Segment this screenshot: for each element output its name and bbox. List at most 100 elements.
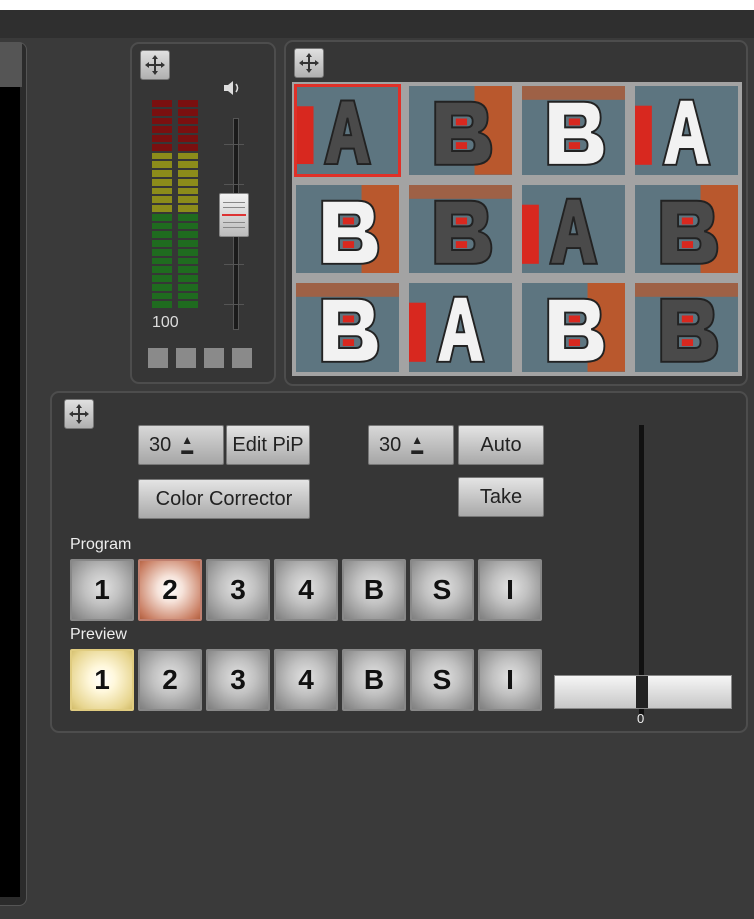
preview-button-s[interactable]: S [410,649,474,711]
pip-duration-spinner[interactable]: 30 ▲ ▬ [138,425,224,465]
transition-preview-icon [409,184,512,265]
transition-thumbnail[interactable] [294,84,401,177]
meter-segment [178,222,198,230]
audio-meter-left [152,100,172,308]
transitions-panel [284,40,748,386]
speaker-icon[interactable] [222,80,242,100]
meter-segment [178,161,198,168]
program-button-3[interactable]: 3 [206,559,270,621]
meter-segment [178,266,198,273]
audio-level-label: 100 [152,314,179,331]
program-button-i[interactable]: I [478,559,542,621]
preview-button-b[interactable]: B [342,649,406,711]
transition-preview-icon [296,283,399,364]
meter-segment [152,117,172,125]
t-bar-value: 0 [637,711,645,726]
t-bar-handle[interactable] [554,675,732,709]
window-top-bar [0,0,754,38]
transition-preview-icon [660,184,738,274]
audio-channel-box[interactable] [232,348,252,368]
meter-segment [152,213,172,221]
transition-thumbnail[interactable] [407,84,514,177]
take-button[interactable]: Take [458,477,544,517]
preview-button-3[interactable]: 3 [206,649,270,711]
meter-segment [178,178,198,186]
meter-segment [152,283,172,291]
meter-segment [152,152,172,160]
meter-segment [152,275,172,282]
meter-segment [152,222,172,230]
preview-button-2[interactable]: 2 [138,649,202,711]
transition-duration-spinner[interactable]: 30 ▲ ▬ [368,425,454,465]
audio-channel-box[interactable] [204,348,224,368]
meter-segment [178,126,198,133]
transition-thumbnail[interactable] [633,182,740,276]
fader-tick [224,264,244,265]
edit-pip-button[interactable]: Edit PiP [226,425,310,465]
meter-segment [178,257,198,265]
transition-thumbnail[interactable] [294,182,401,276]
spinner-arrows-icon[interactable]: ▲ ▬ [181,434,193,456]
preview-button-i[interactable]: I [478,649,542,711]
transition-preview-icon [547,283,625,372]
meter-segment [152,135,172,142]
transition-preview-icon [409,296,486,364]
meter-segment [178,187,198,195]
program-button-b[interactable]: B [342,559,406,621]
preview-button-1[interactable]: 1 [70,649,134,711]
meter-segment [178,231,198,238]
transition-thumbnail[interactable] [633,84,740,177]
transition-preview-icon [297,99,372,165]
spinner-arrows-icon[interactable]: ▲ ▬ [411,434,423,456]
audio-channel-box[interactable] [148,348,168,368]
transition-thumbnail[interactable] [633,281,740,374]
meter-segment [178,152,198,160]
transition-thumbnail[interactable] [520,84,627,177]
program-button-1[interactable]: 1 [70,559,134,621]
program-label: Program [70,536,132,553]
meter-segment [152,100,172,107]
meter-segment [152,248,172,256]
meter-segment [178,117,198,125]
fader-tick [224,184,244,185]
program-button-2[interactable]: 2 [138,559,202,621]
meter-segment [178,248,198,256]
meter-segment [178,275,198,282]
transition-thumbnail[interactable] [294,281,401,374]
meter-segment [178,301,198,308]
transition-duration-value: 30 [379,433,402,456]
meter-segment [152,292,172,300]
transition-preview-icon [635,98,712,166]
transition-thumbnail[interactable] [407,281,514,374]
pip-duration-value: 30 [149,433,172,456]
transition-thumbnail[interactable] [520,182,627,276]
meter-segment [152,257,172,265]
transition-thumbnail[interactable] [407,182,514,276]
move-handle-icon[interactable] [140,50,170,80]
meter-segment [152,196,172,203]
meter-segment [178,283,198,291]
meter-segment [178,240,198,247]
meter-segment [152,266,172,273]
transition-thumbnail[interactable] [520,281,627,374]
meter-segment [152,170,172,177]
audio-channel-box[interactable] [176,348,196,368]
preview-label: Preview [70,626,127,643]
left-panel [0,42,27,906]
color-corrector-button[interactable]: Color Corrector [138,479,310,519]
auto-button[interactable]: Auto [458,425,544,465]
meter-segment [178,213,198,221]
preview-button-4[interactable]: 4 [274,649,338,711]
move-handle-icon[interactable] [294,48,324,78]
meter-segment [152,240,172,247]
t-bar-track[interactable] [639,425,644,715]
move-handle-icon[interactable] [64,399,94,429]
program-button-4[interactable]: 4 [274,559,338,621]
volume-fader-knob[interactable] [219,192,249,237]
audio-meter-right [178,100,198,308]
meter-segment [152,231,172,238]
switcher-panel: 30 ▲ ▬ Edit PiP 30 ▲ ▬ Auto Color Correcto… [50,391,748,733]
meter-segment [178,135,198,142]
transition-grid [292,82,742,376]
program-button-s[interactable]: S [410,559,474,621]
